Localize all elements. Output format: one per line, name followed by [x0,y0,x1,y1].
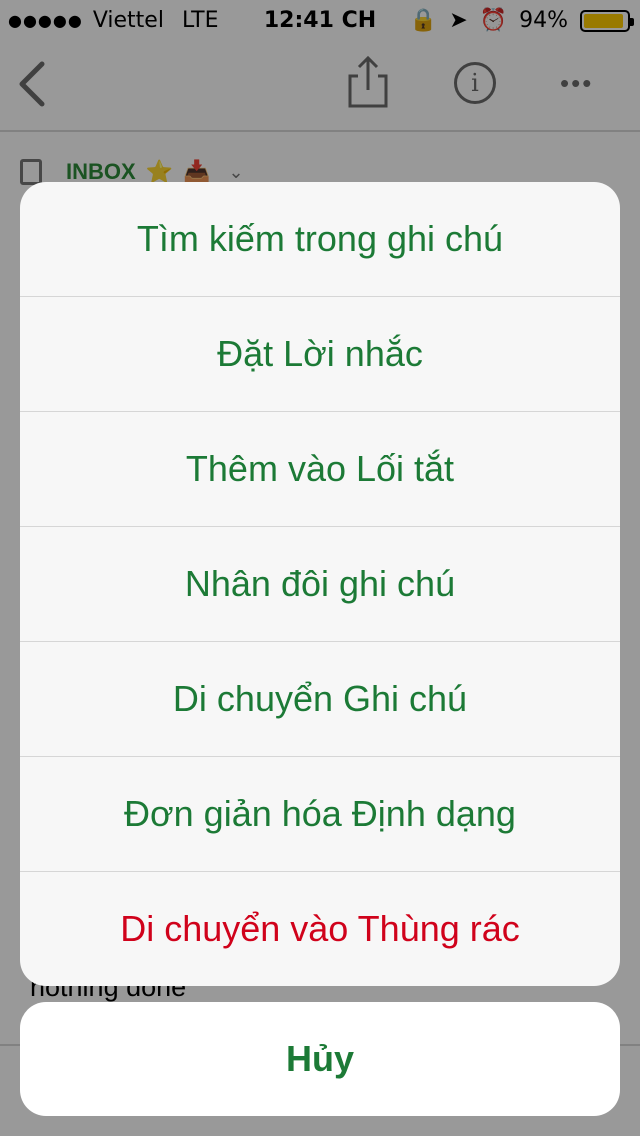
set-reminder-button[interactable]: Đặt Lời nhắc [20,297,620,412]
move-to-trash-button[interactable]: Di chuyển vào Thùng rác [20,872,620,986]
simplify-formatting-button[interactable]: Đơn giản hóa Định dạng [20,757,620,872]
search-in-note-button[interactable]: Tìm kiếm trong ghi chú [20,182,620,297]
move-note-button[interactable]: Di chuyển Ghi chú [20,642,620,757]
add-to-shortcuts-button[interactable]: Thêm vào Lối tắt [20,412,620,527]
cancel-button[interactable]: Hủy [20,1002,620,1116]
action-sheet: Tìm kiếm trong ghi chú Đặt Lời nhắc Thêm… [20,182,620,986]
duplicate-note-button[interactable]: Nhân đôi ghi chú [20,527,620,642]
